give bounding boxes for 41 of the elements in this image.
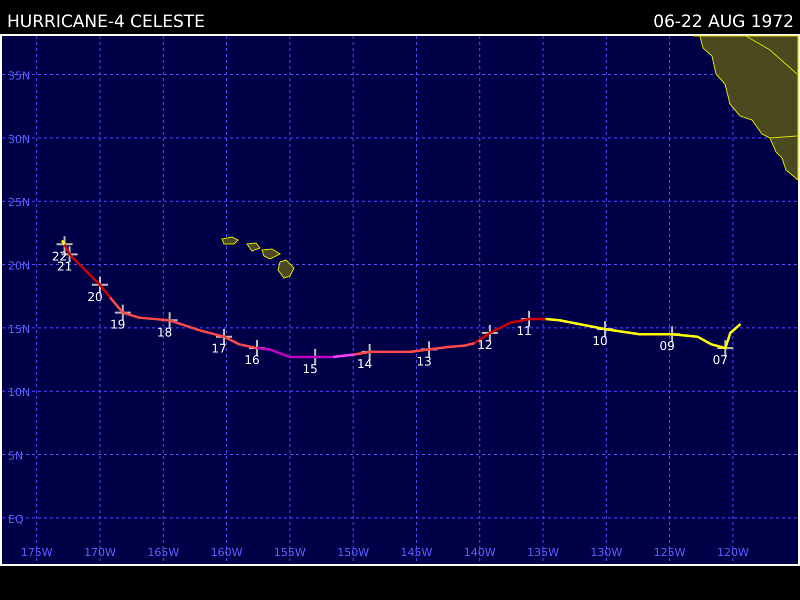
latitude-label: EQ — [8, 512, 24, 526]
longitude-label: 125W — [654, 546, 686, 559]
longitude-label: 150W — [337, 546, 370, 559]
day-label: 11 — [516, 324, 532, 338]
day-label: 12 — [477, 338, 493, 352]
storm-title: HURRICANE-4 CELESTE — [7, 12, 205, 34]
latitude-label: 10N — [8, 386, 30, 400]
latitude-label: 15N — [8, 322, 30, 336]
date-range: 06-22 AUG 1972 — [653, 12, 794, 34]
position-marker — [56, 235, 74, 254]
longitude-label: 140W — [464, 546, 496, 559]
position-marker — [480, 324, 499, 342]
position-marker — [420, 340, 438, 358]
latitude-label: 30N — [8, 132, 30, 146]
day-label: 21 — [56, 259, 72, 274]
position-marker — [91, 276, 109, 294]
day-label: 19 — [110, 318, 126, 332]
latitude-label: 25N — [8, 196, 30, 210]
day-label: 20 — [87, 290, 103, 304]
position-marker — [160, 311, 179, 330]
longitude-label: 155W — [274, 546, 306, 559]
longitude-label: 170W — [84, 546, 116, 559]
longitude-label: 135W — [527, 546, 559, 559]
longitude-label: 165W — [147, 546, 180, 559]
day-label: 17 — [211, 342, 227, 356]
latitude-label: 35N — [8, 70, 30, 83]
longitude-label: 175W — [20, 546, 53, 559]
longitude-label: 130W — [590, 546, 622, 559]
latitude-label: 20N — [8, 260, 30, 273]
day-label: 10 — [592, 334, 608, 348]
day-label: 07 — [712, 353, 728, 368]
day-label: 15 — [302, 362, 318, 376]
day-label: 14 — [356, 356, 372, 371]
day-label: 09 — [660, 339, 675, 354]
day-label: 16 — [244, 353, 260, 368]
longitude-label: 160W — [210, 546, 243, 559]
day-label: 13 — [416, 354, 432, 368]
day-label: 18 — [156, 325, 172, 340]
longitude-label: 145W — [400, 546, 432, 559]
longitude-label: 120W — [716, 546, 749, 559]
latitude-label: 5N — [8, 450, 24, 463]
